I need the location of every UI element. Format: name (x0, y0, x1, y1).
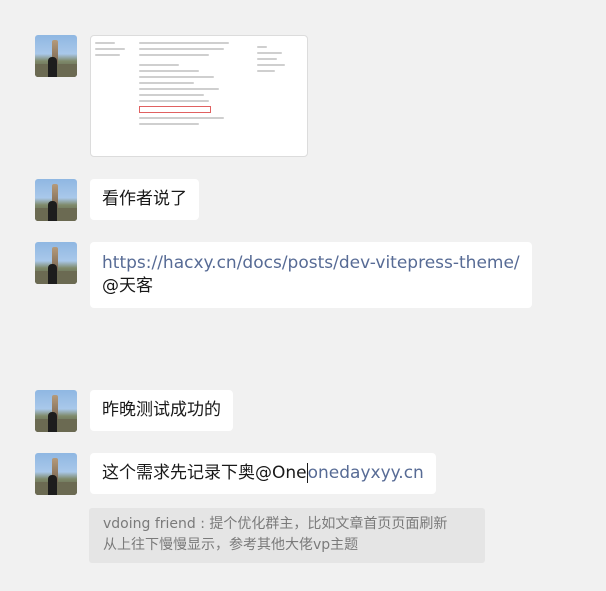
quote-line-1: vdoing friend : 提个优化群主，比如文章首页页面刷新 (103, 516, 448, 532)
avatar[interactable] (35, 390, 77, 432)
quoted-message[interactable]: vdoing friend : 提个优化群主，比如文章首页页面刷新 从上往下慢慢… (89, 508, 485, 563)
avatar[interactable] (35, 453, 77, 495)
message-bubble[interactable]: https://hacxy.cn/docs/posts/dev-vitepres… (90, 242, 532, 308)
message-link[interactable]: https://hacxy.cn/docs/posts/dev-vitepres… (102, 252, 520, 275)
image-thumbnail[interactable] (90, 35, 308, 157)
message-link[interactable]: onedayxyy.cn (308, 463, 424, 483)
message-row-link: https://hacxy.cn/docs/posts/dev-vitepres… (35, 242, 532, 308)
message-row-image (35, 35, 308, 157)
message-row: 看作者说了 (35, 179, 199, 221)
message-text: 昨晚测试成功的 (102, 400, 221, 420)
quote-line-2: 从上往下慢慢显示，参考其他大佬vp主题 (103, 537, 359, 553)
avatar[interactable] (35, 242, 77, 284)
message-bubble[interactable]: 这个需求先记录下奥@Oneonedayxyy.cn (90, 453, 436, 494)
message-row: 昨晚测试成功的 (35, 390, 233, 432)
avatar[interactable] (35, 35, 77, 77)
message-bubble[interactable]: 昨晚测试成功的 (90, 390, 233, 431)
avatar[interactable] (35, 179, 77, 221)
message-row: 这个需求先记录下奥@Oneonedayxyy.cn (35, 453, 436, 495)
message-mention: @天客 (102, 276, 153, 296)
message-text: 这个需求先记录下奥@One (102, 463, 308, 483)
message-bubble[interactable]: 看作者说了 (90, 179, 199, 220)
message-text: 看作者说了 (102, 189, 187, 209)
